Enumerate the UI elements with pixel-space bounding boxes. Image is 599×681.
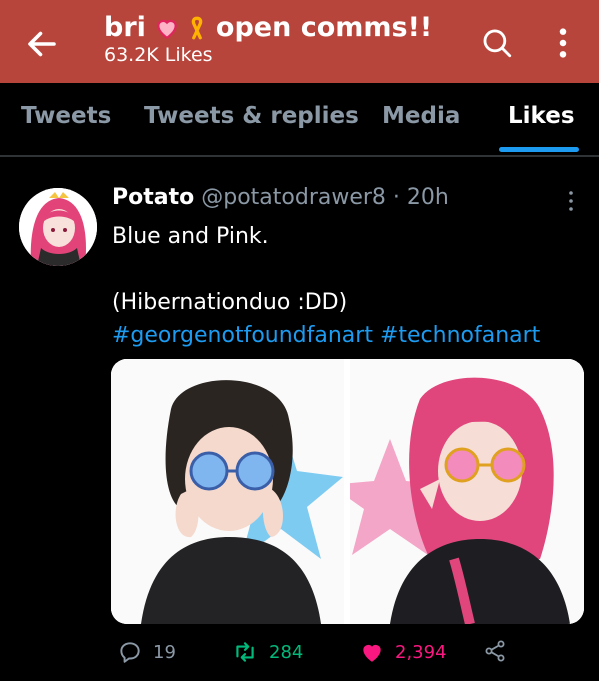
media-image-blue[interactable] [111,359,344,624]
retweet-count: 284 [269,641,304,663]
active-tab-indicator [499,147,579,152]
ribbon-emoji-icon [191,16,203,40]
retweet-button[interactable]: 284 [231,639,303,665]
tweet-separator: · [392,185,400,210]
illustration-pink-character [350,359,584,624]
avatar[interactable] [19,188,97,266]
retweet-icon [236,642,254,662]
like-count: 2,394 [395,641,447,663]
media-image-pink[interactable] [350,359,584,624]
profile-tabs: Tweets Tweets & replies Media Likes [0,83,599,156]
tweet-time: 20h [406,185,449,210]
tweet-header: Potato @potatodrawer8 · 20h [112,185,449,210]
profile-topbar: bri open comms!! 63.2K Likes [0,0,599,83]
tweet-author-handle[interactable]: @potatodrawer8 [201,185,386,210]
reply-count: 19 [153,641,176,663]
tweet-text-line2: (Hibernationduo :DD) [112,290,348,315]
tweet-text: Blue and Pink. (Hibernationduo :DD) #geo… [112,220,540,352]
reply-button[interactable]: 19 [117,639,176,665]
tweet-text-blank [112,253,540,286]
tweet-hashtags[interactable]: #georgenotfoundfanart #technofanart [112,319,540,352]
share-icon [485,640,505,662]
heart-icon [363,644,381,662]
tab-media[interactable]: Media [382,103,460,129]
illustration-blue-character [111,359,344,624]
profile-title-suffix: open comms!! [215,12,433,43]
more-options-icon[interactable] [553,26,573,60]
tab-likes[interactable]: Likes [508,103,575,129]
profile-title: bri open comms!! [104,10,432,46]
likes-count: 63.2K Likes [104,44,213,66]
share-button[interactable] [483,639,517,663]
tweet-options-icon[interactable] [565,189,577,213]
heart-emoji-icon [157,19,177,40]
tweet-actions: 19 284 2,394 [111,639,581,671]
tweet-author-name[interactable]: Potato [112,185,194,210]
tweet-text-line1: Blue and Pink. [112,224,269,249]
tweet[interactable]: Potato @potatodrawer8 · 20h Blue and Pin… [0,156,599,681]
reply-icon [120,642,140,663]
profile-name: bri [104,12,146,43]
like-button[interactable]: 2,394 [359,639,447,665]
tab-tweets-and-replies[interactable]: Tweets & replies [144,103,359,129]
search-icon[interactable] [480,26,514,60]
tab-tweets[interactable]: Tweets [21,103,111,129]
avatar-illustration [19,188,97,266]
back-arrow-icon[interactable] [24,26,60,62]
profile-title-block: bri open comms!! 63.2K Likes [104,10,432,66]
tweet-media[interactable] [111,359,584,624]
